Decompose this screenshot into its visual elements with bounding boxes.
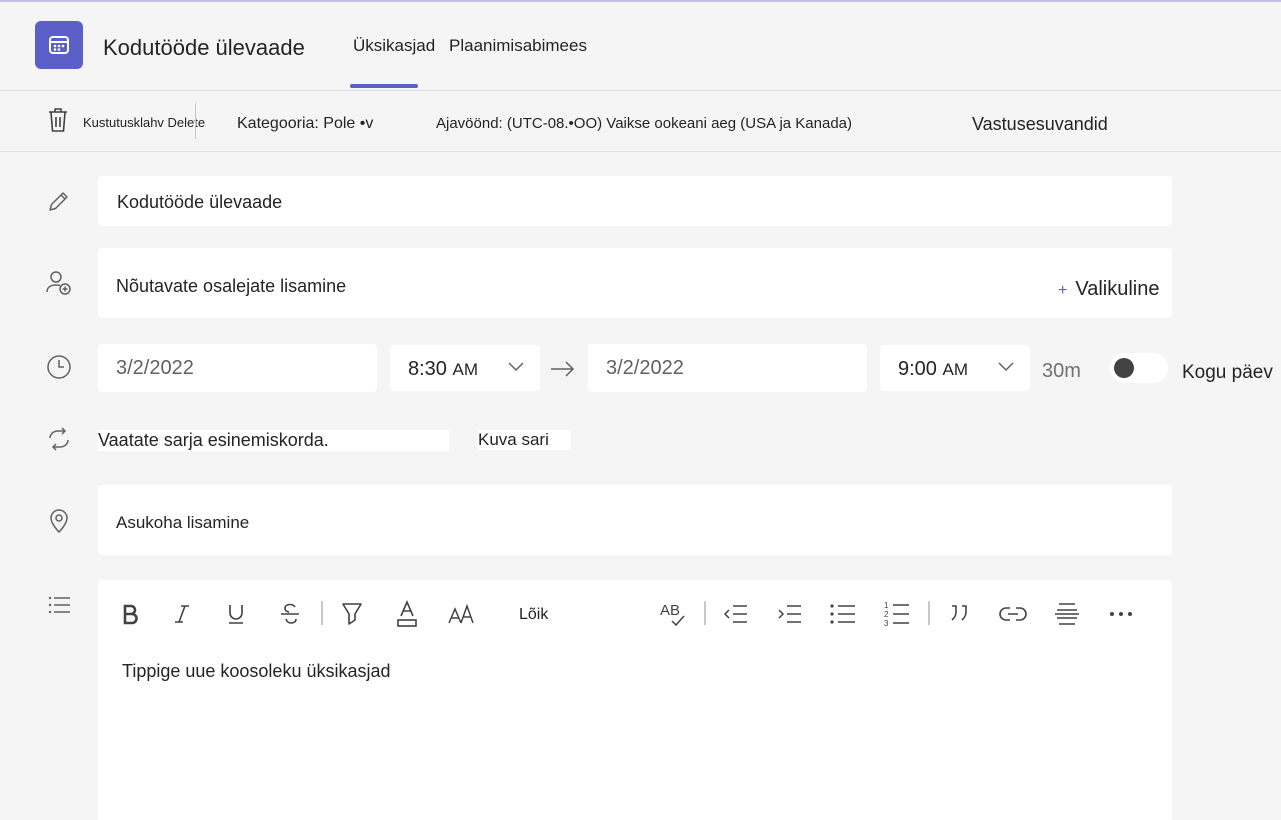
header: Kodutööde ülevaade Üksikasjad Plaanimisa…	[0, 2, 1281, 90]
chevron-down-icon	[508, 362, 524, 372]
optional-label: Valikuline	[1075, 278, 1160, 300]
end-date-value: 3/2/2022	[606, 357, 684, 379]
location-placeholder: Asukoha lisamine	[116, 513, 250, 532]
start-time-value: 8:30 AM	[408, 358, 478, 380]
end-date-picker[interactable]: 3/2/2022	[588, 344, 867, 392]
paragraph-style-dropdown[interactable]: Lõik	[519, 606, 548, 624]
chevron-down-icon	[998, 362, 1014, 372]
bold-icon[interactable]	[118, 600, 142, 628]
toolbar-divider	[195, 103, 196, 139]
underline-icon[interactable]	[224, 600, 248, 628]
delete-button[interactable]: Kustutusklahv Delete	[83, 115, 205, 130]
location-field[interactable]: Asukoha lisamine	[98, 485, 1172, 555]
toolbar-divider	[704, 601, 706, 625]
highlight-icon[interactable]	[339, 600, 365, 628]
page-title: Kodutööde ülevaade	[103, 35, 305, 60]
repeat-icon	[44, 424, 74, 454]
add-person-icon	[44, 268, 74, 298]
tab-scheduling-assistant[interactable]: Plaanimisabimees	[449, 36, 587, 56]
title-field[interactable]: Kodutööde ülevaade	[98, 176, 1172, 226]
add-optional-attendees-button[interactable]: + Valikuline	[1058, 278, 1159, 301]
italic-icon[interactable]	[170, 600, 194, 628]
pencil-icon	[44, 186, 74, 216]
active-tab-indicator	[350, 84, 418, 88]
attendees-placeholder: Nõutavate osalejate lisamine	[116, 276, 347, 296]
response-options-button[interactable]: Vastusesuvandid	[972, 114, 1108, 135]
svg-text:3: 3	[884, 619, 889, 628]
toggle-knob	[1114, 358, 1134, 378]
title-input-value[interactable]: Kodutööde ülevaade	[117, 192, 282, 213]
all-day-label: Kogu päev	[1182, 362, 1273, 383]
svg-text:1: 1	[884, 601, 889, 610]
increase-indent-icon[interactable]	[776, 600, 804, 628]
view-series-link[interactable]: Kuva sari	[478, 430, 571, 450]
clock-icon	[44, 352, 74, 382]
link-icon[interactable]	[998, 600, 1028, 628]
toolbar-divider	[321, 601, 323, 625]
font-color-icon[interactable]	[394, 600, 420, 628]
location-pin-icon	[44, 506, 74, 536]
start-time-dropdown[interactable]: 8:30 AM	[390, 345, 540, 391]
quote-icon[interactable]	[946, 600, 974, 628]
required-attendees-field[interactable]: Nõutavate osalejate lisamine	[98, 248, 1172, 318]
horizontal-rule-icon[interactable]	[1053, 600, 1081, 628]
trash-icon[interactable]	[46, 106, 70, 139]
calendar-icon	[49, 36, 69, 54]
svg-text:2: 2	[884, 610, 889, 619]
start-date-picker[interactable]: 3/2/2022	[98, 344, 377, 392]
timezone-dropdown[interactable]: Ajavöönd: (UTC-08.•OO) Vaikse ookeani ae…	[436, 115, 852, 132]
end-time-value: 9:00 AM	[898, 358, 968, 380]
calendar-app-icon	[35, 21, 83, 69]
font-size-icon[interactable]	[446, 600, 476, 628]
decrease-indent-icon[interactable]	[722, 600, 750, 628]
tab-details[interactable]: Üksikasjad	[353, 36, 435, 56]
category-dropdown[interactable]: Kategooria: Pole •v	[237, 115, 373, 133]
end-time-dropdown[interactable]: 9:00 AM	[880, 345, 1030, 391]
more-options-icon[interactable]	[1107, 600, 1135, 628]
spellcheck-icon[interactable]: AB	[658, 600, 690, 628]
svg-text:AB: AB	[660, 602, 680, 619]
plus-icon: +	[1058, 282, 1068, 299]
duration-label: 30m	[1042, 360, 1081, 382]
command-bar: Kustutusklahv Delete Kategooria: Pole •v…	[0, 90, 1281, 152]
start-date-value: 3/2/2022	[116, 357, 194, 379]
toolbar-divider	[928, 601, 930, 625]
list-details-icon	[44, 590, 74, 620]
arrow-right-icon	[548, 354, 578, 384]
recurrence-info: Vaatate sarja esinemiskorda.	[98, 430, 449, 451]
editor-placeholder: Tippige uue koosoleku üksikasjad	[122, 661, 391, 681]
bulleted-list-icon[interactable]	[829, 600, 857, 628]
numbered-list-icon[interactable]: 1 2 3	[883, 600, 911, 628]
all-day-toggle[interactable]	[1110, 353, 1168, 383]
strikethrough-icon[interactable]	[278, 600, 302, 628]
